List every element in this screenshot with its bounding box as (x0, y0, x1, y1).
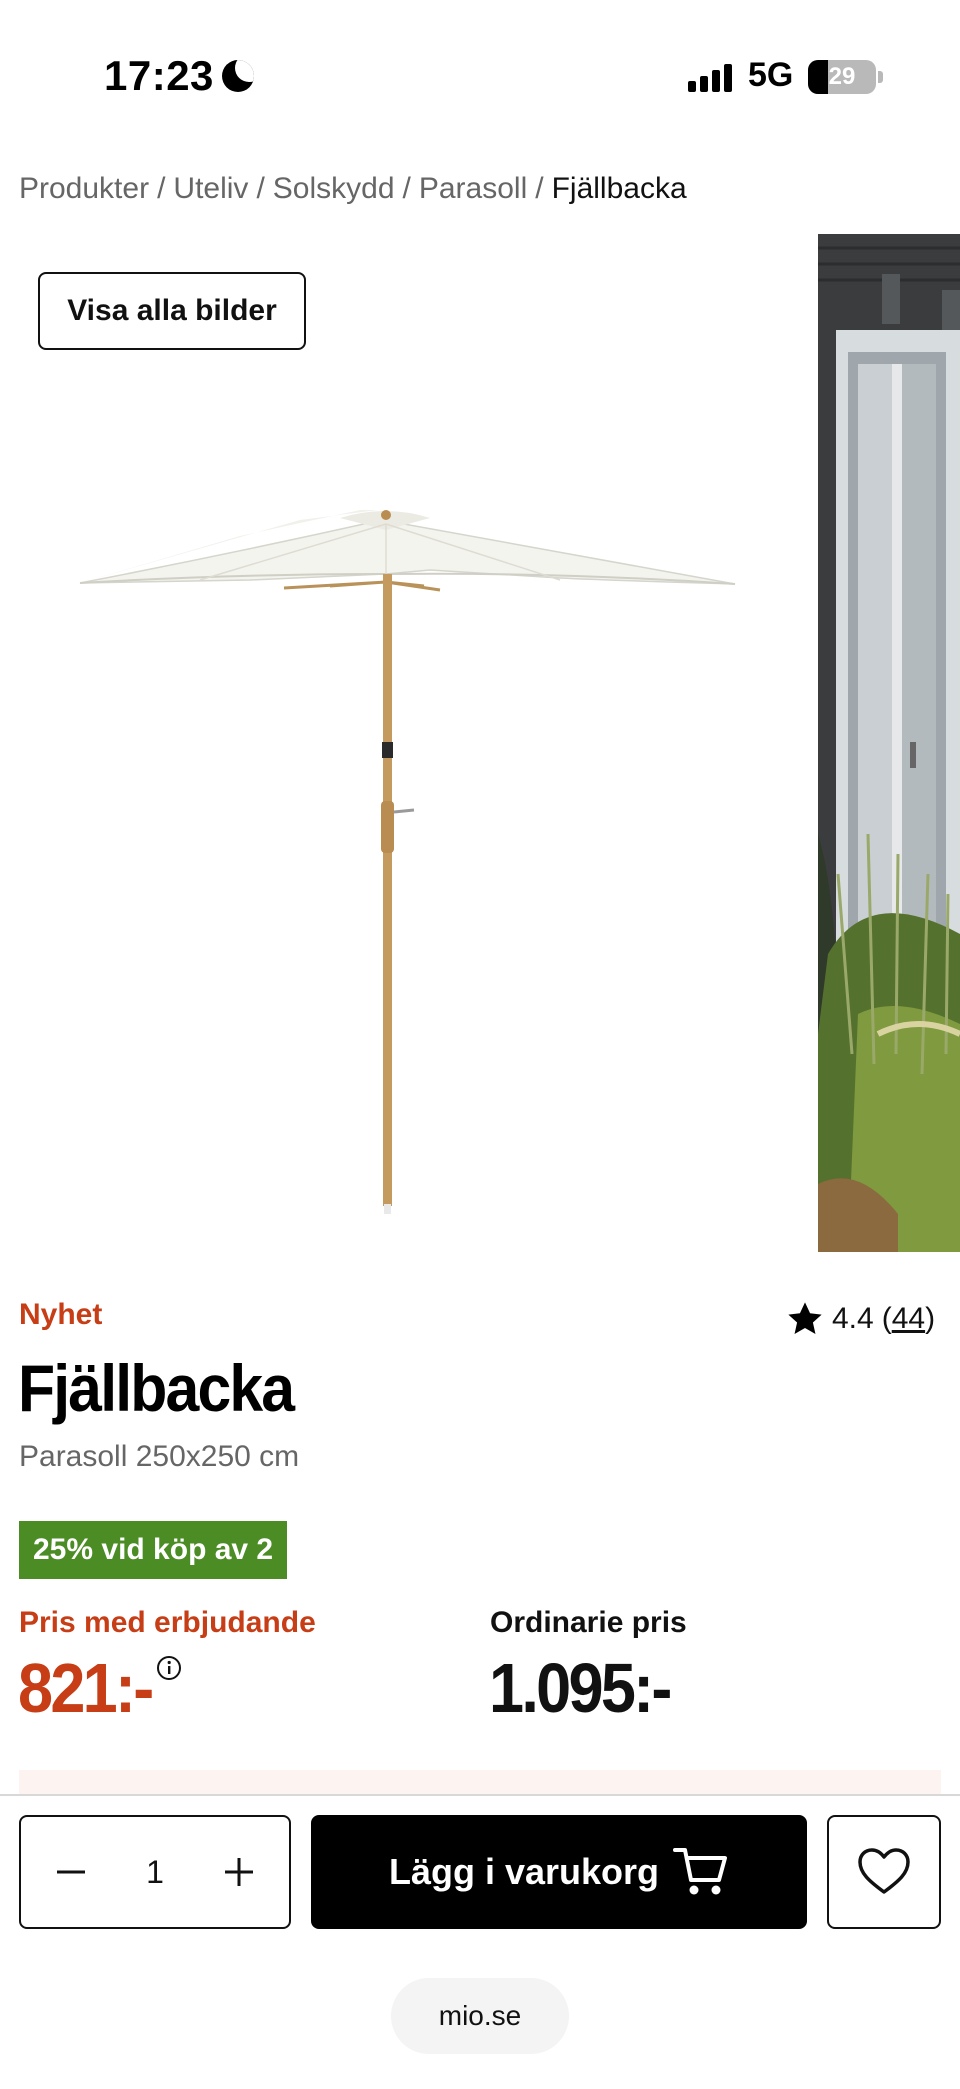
breadcrumb-item-uteliv[interactable]: Uteliv (173, 172, 248, 206)
network-label: 5G (748, 56, 794, 94)
house-photo (818, 234, 960, 1252)
breadcrumb-separator: / (256, 172, 265, 205)
offer-price-label: Pris med erbjudande (19, 1606, 316, 1639)
breadcrumb-current: Fjällbacka (551, 172, 687, 205)
minus-icon (57, 1870, 85, 1874)
heart-icon (858, 1848, 910, 1894)
clock: 17:23 (104, 52, 214, 99)
product-title: Fjällbacka (18, 1351, 295, 1425)
quantity-stepper: 1 (19, 1815, 291, 1929)
battery-icon: 29 (808, 60, 876, 94)
quantity-value[interactable]: 1 (146, 1854, 164, 1891)
product-subtitle: Parasoll 250x250 cm (19, 1440, 300, 1473)
star-icon (788, 1302, 822, 1335)
regular-price-label: Ordinarie pris (490, 1606, 687, 1639)
plus-icon (224, 1858, 253, 1886)
moon-icon (221, 60, 254, 92)
breadcrumb-item-parasoll[interactable]: Parasoll (419, 172, 527, 206)
rating-count-wrapper[interactable]: (44) (882, 1302, 935, 1336)
rating-count[interactable]: 44 (892, 1302, 925, 1335)
info-icon[interactable] (156, 1655, 182, 1681)
breadcrumb-item-produkter[interactable]: Produkter (19, 172, 149, 206)
increase-quantity-button[interactable] (219, 1852, 259, 1892)
offer-price: 821:- (18, 1649, 154, 1727)
browser-url-pill[interactable]: mio.se (391, 1978, 569, 2054)
new-badge: Nyhet (19, 1298, 103, 1331)
breadcrumb-separator: / (535, 172, 544, 205)
regular-price: 1.095:- (489, 1649, 672, 1727)
breadcrumb: Produkter / Uteliv / Solskydd / Parasoll… (19, 172, 687, 206)
battery-cap (878, 71, 883, 83)
cart-icon (673, 1848, 728, 1895)
breadcrumb-separator: / (157, 172, 166, 205)
product-rating[interactable]: 4.4 (44) (786, 1300, 935, 1338)
signal-icon (688, 62, 732, 92)
add-to-cart-button[interactable]: Lägg i varukorg (311, 1815, 807, 1929)
favorite-button[interactable] (827, 1815, 941, 1929)
offer-banner-edge (19, 1770, 941, 1794)
show-all-images-button[interactable]: Visa alla bilder (38, 272, 306, 350)
add-to-cart-label: Lägg i varukorg (388, 1851, 660, 1892)
status-time: 17:23 (104, 52, 254, 100)
decrease-quantity-button[interactable] (51, 1852, 91, 1892)
breadcrumb-item-solskydd[interactable]: Solskydd (273, 172, 395, 206)
breadcrumb-separator: / (402, 172, 411, 205)
battery-level: 29 (828, 63, 856, 90)
product-image-main[interactable] (0, 234, 810, 1252)
product-image-next[interactable] (818, 234, 960, 1252)
promo-badge: 25% vid köp av 2 (19, 1521, 288, 1579)
parasol-image (79, 510, 736, 1214)
rating-value: 4.4 (832, 1302, 874, 1335)
